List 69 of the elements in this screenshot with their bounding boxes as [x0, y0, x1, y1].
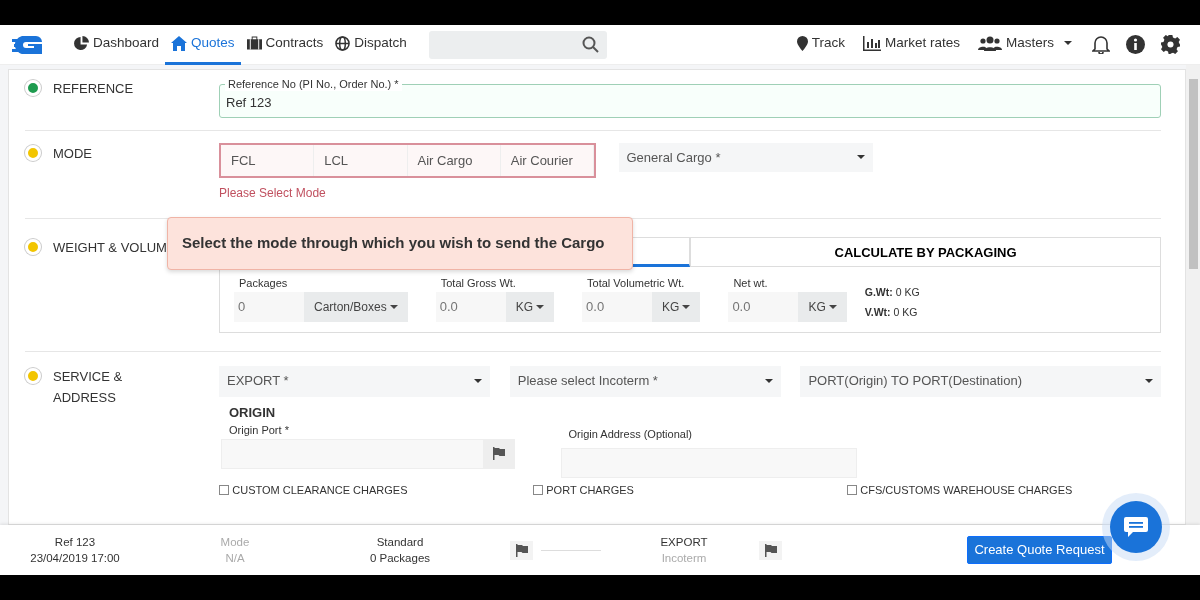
weight-summary: G.Wt: 0 KG: [864, 284, 920, 300]
field-label: Total Volumetric Wt.: [587, 276, 686, 291]
mode-option[interactable]: Air Courier: [500, 144, 594, 176]
unit-dropdown[interactable]: KG: [798, 291, 847, 322]
number-input[interactable]: 0: [234, 291, 304, 322]
footer-text: Mode: [219, 535, 251, 550]
bell-icon[interactable]: [1092, 35, 1110, 54]
checkbox-option[interactable]: CFS/CUSTOMS WAREHOUSE CHARGES: [847, 483, 1161, 496]
users-icon: [978, 35, 1002, 51]
pie-chart-icon: [74, 35, 89, 51]
search-field[interactable]: [428, 30, 607, 59]
create-quote-button[interactable]: Create Quote Request: [966, 536, 1112, 564]
map-pin-icon: [796, 35, 808, 51]
footer-text: 0 Packages: [368, 551, 432, 566]
mode-selector[interactable]: FCL LCL Air Cargo Air Courier: [219, 142, 596, 178]
checkbox-option[interactable]: PORT CHARGES: [533, 483, 847, 496]
home-icon: [171, 35, 188, 51]
field-label: Origin Port *: [229, 423, 290, 438]
dropdown-select[interactable]: PORT(Origin) TO PORT(Destination): [800, 365, 1161, 397]
settings-icon[interactable]: [1161, 35, 1180, 54]
section-heading: ORIGIN: [229, 403, 277, 422]
scrollbar[interactable]: [1186, 65, 1200, 525]
weight-summary: V.Wt: 0 KG: [864, 304, 919, 320]
bar-chart-icon: [862, 35, 881, 51]
checkbox-option[interactable]: CUSTOM CLEARANCE CHARGES: [219, 483, 533, 496]
error-message: Please Select Mode: [219, 185, 327, 202]
briefcase-icon: [246, 36, 262, 50]
number-input[interactable]: 0.0: [435, 291, 506, 322]
calculation-tab[interactable]: CALCULATE BY PACKAGING: [690, 237, 1161, 267]
nav-tab[interactable]: Contracts: [240, 24, 330, 65]
mode-option[interactable]: FCL: [221, 144, 315, 176]
nav-tab[interactable]: Dispatch: [329, 24, 413, 65]
cargo-type-select[interactable]: General Cargo *: [618, 142, 873, 172]
field-label: Net wt.: [733, 276, 769, 291]
search-icon: [581, 36, 599, 53]
nav-dropdown[interactable]: Masters: [972, 24, 1078, 65]
footer-text: Ref 123: [53, 535, 97, 550]
section-title: MODE: [53, 144, 93, 163]
section-title: SERVICE & ADDRESS: [53, 367, 124, 407]
field-label: Origin Address (Optional): [568, 427, 693, 442]
footer-text: N/A: [224, 551, 246, 566]
nav-link[interactable]: Market rates: [856, 24, 966, 65]
mode-option[interactable]: LCL: [314, 144, 408, 176]
tooltip: Select the mode through which you wish to send the Cargo: [167, 217, 633, 270]
number-input[interactable]: 0.0: [582, 291, 653, 322]
dropdown-select[interactable]: EXPORT *: [219, 365, 491, 397]
unit-dropdown[interactable]: KG: [505, 291, 555, 322]
origin-port-field[interactable]: [221, 438, 515, 469]
number-input[interactable]: 0.0: [728, 291, 799, 322]
info-icon[interactable]: [1126, 35, 1145, 54]
logo-icon[interactable]: [12, 35, 42, 54]
unit-dropdown[interactable]: Carton/Boxes: [304, 291, 408, 322]
section-title: REFERENCE: [53, 80, 135, 98]
footer-text: Standard: [375, 535, 425, 550]
section-title: WEIGHT & VOLUM: [53, 239, 168, 257]
footer-text: 23/04/2019 17:00: [29, 551, 121, 566]
footer-text: EXPORT: [659, 535, 709, 550]
dropdown-select[interactable]: Please select Incoterm *: [509, 365, 781, 397]
nav-link[interactable]: Track: [790, 24, 851, 65]
flag-icon[interactable]: [483, 439, 514, 468]
unit-dropdown[interactable]: KG: [652, 291, 701, 322]
flag-icon: [510, 540, 533, 560]
flag-icon: [759, 540, 782, 560]
field-label: Packages: [239, 276, 289, 291]
globe-icon: [335, 35, 351, 51]
footer-text: Incoterm: [660, 551, 708, 566]
mode-option[interactable]: Air Cargo: [407, 144, 501, 176]
field-label: Total Gross Wt.: [440, 276, 517, 291]
nav-tab[interactable]: Dashboard: [68, 24, 166, 65]
